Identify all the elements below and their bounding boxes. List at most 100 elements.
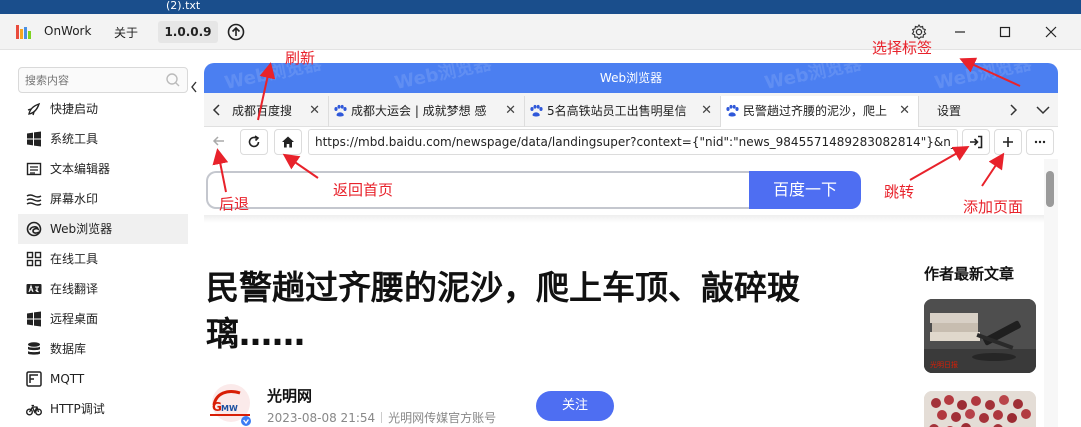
sidebar-item-label: 在线工具 xyxy=(50,252,99,266)
back-button[interactable] xyxy=(206,129,234,155)
tab-item-settings[interactable]: 设置 xyxy=(919,96,1003,127)
search-input[interactable] xyxy=(25,72,155,88)
sidebar-item-label: 数据库 xyxy=(50,342,87,356)
annotation-select-tab: 选择标签 xyxy=(872,39,933,57)
sidebar-search[interactable] xyxy=(18,67,188,93)
search-icon[interactable] xyxy=(165,72,181,88)
baidu-paw-icon xyxy=(530,104,543,117)
author-name[interactable]: 光明网 xyxy=(267,385,312,406)
publish-date: 2023-08-08 21:54 xyxy=(267,411,376,425)
search-bar-shadow xyxy=(204,215,1044,223)
more-options-button[interactable] xyxy=(1026,129,1054,155)
follow-button[interactable]: 关注 xyxy=(536,391,614,421)
tab-close-icon[interactable]: ✕ xyxy=(309,96,320,126)
sidebar: 快捷启动 系统工具 文本编辑器 屏幕水印 Web浏览 xyxy=(0,50,188,427)
sign-in-arrow-icon xyxy=(970,135,983,149)
tab-close-icon[interactable]: ✕ xyxy=(701,96,712,126)
tab-scroll-right-chevron-icon[interactable] xyxy=(1006,102,1020,118)
tab-close-icon[interactable]: ✕ xyxy=(899,96,910,126)
home-button[interactable] xyxy=(274,129,302,155)
desktop-background: (2).txt xyxy=(0,0,1081,14)
version-badge: 1.0.0.9 xyxy=(158,21,218,43)
browser-title: Web浏览器 xyxy=(599,71,663,85)
svg-text:MW: MW xyxy=(221,404,238,413)
tab-item[interactable]: 成都大运会 | 成就梦想 感 ✕ xyxy=(329,96,525,127)
annotation-jump: 跳转 xyxy=(884,183,915,201)
add-page-button[interactable] xyxy=(994,129,1022,155)
latest-articles-title: 作者最新文章 xyxy=(924,265,1015,283)
tab-item[interactable]: 成都百度搜 ✕ xyxy=(226,96,329,127)
web-browser-panel: Web浏览器 Web浏览器 Web浏览器 Web浏览器 Web浏览器 成都百度搜… xyxy=(204,63,1058,427)
app-logo-icon xyxy=(16,25,32,39)
upgrade-icon[interactable] xyxy=(227,23,245,41)
sidebar-item-label: 远程桌面 xyxy=(50,312,99,326)
annotation-add-page: 添加页面 xyxy=(963,198,1024,216)
rocket-icon xyxy=(27,102,41,116)
tab-scroll-left-chevron-icon[interactable] xyxy=(210,102,224,118)
sidebar-item-online-translate[interactable]: 在线翻译 xyxy=(18,274,188,304)
annotation-refresh: 刷新 xyxy=(285,49,316,67)
article-thumbnail-beans[interactable] xyxy=(924,391,1036,427)
mqtt-icon xyxy=(26,371,42,387)
sidebar-item-label: MQTT xyxy=(50,372,85,386)
minimize-icon[interactable] xyxy=(951,23,969,41)
tab-label: 成都百度搜 xyxy=(232,104,293,118)
tab-label: 5名高铁站员工出售明星信 xyxy=(547,104,687,118)
sidebar-item-system-tools[interactable]: 系统工具 xyxy=(18,124,188,154)
edge-browser-icon xyxy=(26,221,42,237)
webpage-content: 百度一下 民警趟过齐腰的泥沙，爬上车顶、敲碎玻璃…… G MW 光明网 2023… xyxy=(204,159,1044,427)
article-headline: 民警趟过齐腰的泥沙，爬上车顶、敲碎玻璃…… xyxy=(206,268,800,353)
home-icon xyxy=(282,136,294,148)
desktop-file-label: (2).txt xyxy=(166,0,201,12)
annotation-back: 后退 xyxy=(219,195,250,213)
svg-text:光明日报: 光明日报 xyxy=(930,360,958,369)
sidebar-item-online-tools[interactable]: 在线工具 xyxy=(18,244,188,274)
author-logo-icon[interactable]: G MW xyxy=(206,383,256,427)
more-dots-icon xyxy=(1034,140,1046,144)
header-watermark: Web浏览器 xyxy=(392,63,494,93)
sidebar-item-label: 快捷启动 xyxy=(50,102,99,116)
article-thumbnail-gavel[interactable]: 光明日报 xyxy=(924,299,1036,373)
sidebar-item-remote-desktop[interactable]: 远程桌面 xyxy=(18,304,188,334)
sidebar-item-screen-watermark[interactable]: 屏幕水印 xyxy=(18,184,188,214)
windows-icon xyxy=(27,131,41,147)
page-scrollbar-thumb[interactable] xyxy=(1046,171,1054,207)
sidebar-item-label: 系统工具 xyxy=(50,132,99,146)
tab-label: 设置 xyxy=(937,104,962,118)
sidebar-item-mqtt[interactable]: MQTT xyxy=(18,364,188,394)
sidebar-collapse-chevron-icon[interactable] xyxy=(188,78,200,96)
sidebar-item-web-browser[interactable]: Web浏览器 xyxy=(18,214,188,244)
sidebar-item-label: Web浏览器 xyxy=(50,222,113,236)
sidebar-item-label: 屏幕水印 xyxy=(50,192,99,206)
baidu-search-button[interactable]: 百度一下 xyxy=(749,171,861,209)
arrow-left-icon xyxy=(212,136,224,146)
sidebar-item-database[interactable]: 数据库 xyxy=(18,334,188,364)
database-icon xyxy=(28,342,40,355)
close-window-icon[interactable] xyxy=(1042,23,1060,41)
tab-item-active[interactable]: 民警趟过齐腰的泥沙，爬上 ✕ xyxy=(721,96,919,127)
tab-item[interactable]: 5名高铁站员工出售明星信 ✕ xyxy=(525,96,721,127)
app-name: OnWork xyxy=(44,24,92,38)
baidu-paw-icon xyxy=(726,104,739,117)
refresh-icon xyxy=(248,135,260,148)
bike-icon xyxy=(26,404,42,416)
tab-list-dropdown-chevron-icon[interactable] xyxy=(1034,102,1052,118)
sidebar-item-text-editor[interactable]: 文本编辑器 xyxy=(18,154,188,184)
text-editor-icon xyxy=(26,162,42,176)
sidebar-item-http-debug[interactable]: HTTP调试 xyxy=(18,394,188,424)
sidebar-item-label: 在线翻译 xyxy=(50,282,99,296)
grid-icon xyxy=(26,251,42,267)
go-button[interactable] xyxy=(962,129,990,155)
refresh-button[interactable] xyxy=(240,129,268,155)
address-bar[interactable]: https://mbd.baidu.com/newspage/data/land… xyxy=(308,129,958,155)
sidebar-item-quick-launch[interactable]: 快捷启动 xyxy=(18,94,188,124)
sidebar-item-label: 文本编辑器 xyxy=(50,162,111,176)
windows-icon xyxy=(27,311,41,327)
header-watermark: Web浏览器 xyxy=(222,63,324,93)
tab-close-icon[interactable]: ✕ xyxy=(505,96,516,126)
maximize-icon[interactable] xyxy=(996,23,1014,41)
baidu-search-input[interactable] xyxy=(206,171,752,209)
author-account: 光明网传媒官方账号 xyxy=(388,411,497,425)
author-meta: 2023-08-08 21:54 光明网传媒官方账号 xyxy=(267,409,496,426)
about-link[interactable]: 关于 xyxy=(114,24,138,41)
